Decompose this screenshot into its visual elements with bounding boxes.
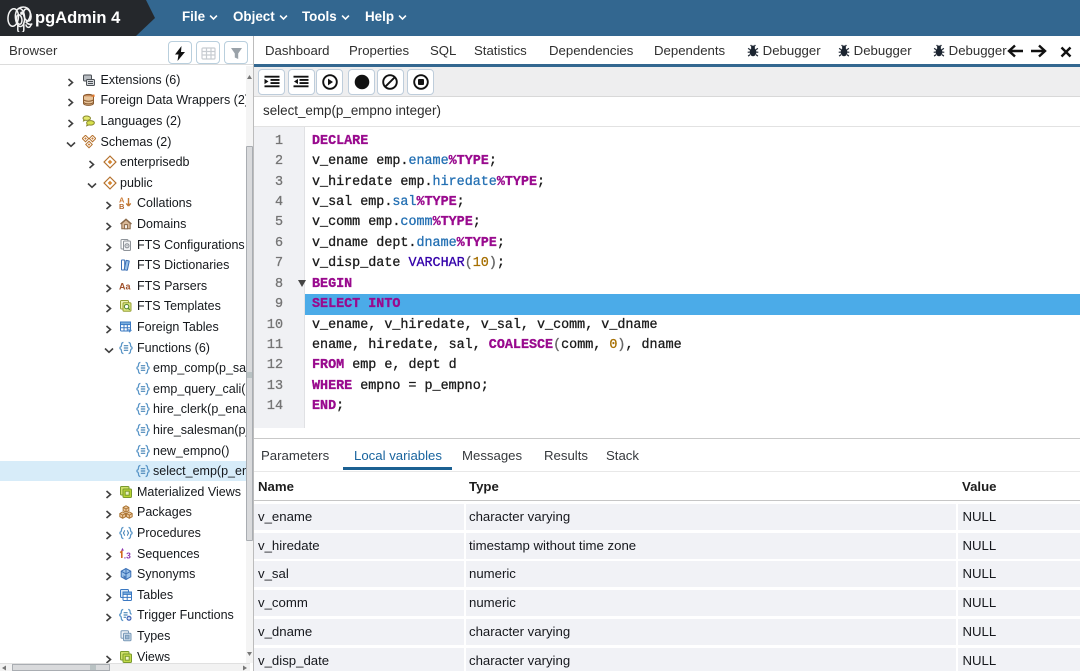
- svg-text:B: B: [119, 202, 125, 210]
- svg-text:.3: .3: [124, 550, 131, 560]
- svg-text:Aa: Aa: [119, 281, 131, 291]
